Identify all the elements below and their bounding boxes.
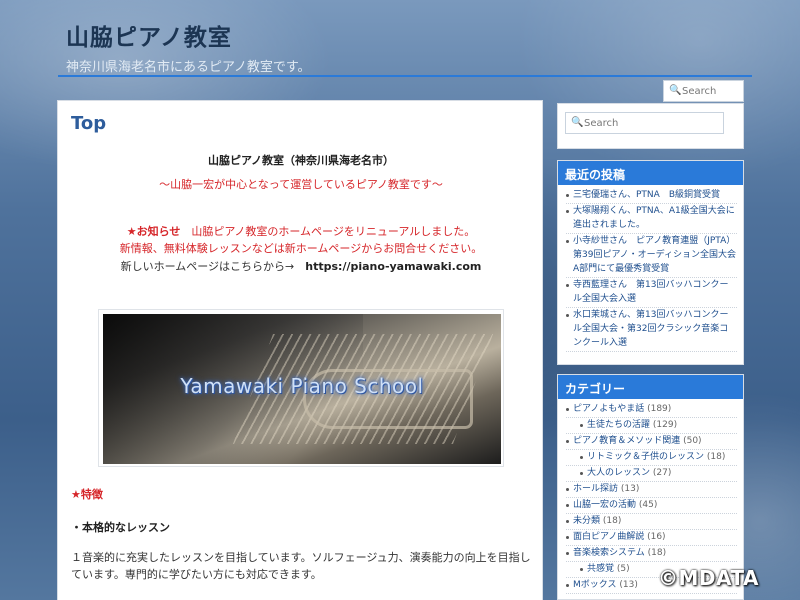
page-title: Top — [71, 113, 107, 134]
search-icon: 🔍 — [669, 85, 682, 96]
hero-piano-image: Yamawaki Piano School — [103, 314, 501, 464]
site-description: 神奈川県海老名市にあるピアノ教室です。 — [66, 60, 311, 75]
feature-1-title: ・本格的なレッスン — [71, 521, 170, 534]
category-item[interactable]: ピアノ教育＆メソッド関連 (50) — [566, 434, 737, 450]
category-item[interactable]: ピアノよもやま話 (189) — [566, 402, 737, 418]
category-item[interactable]: 面白ピアノ曲解説 (16) — [566, 530, 737, 546]
site-header: 山脇ピアノ教室 神奈川県海老名市にあるピアノ教室です。 — [66, 18, 311, 75]
hero-banner: Yamawaki Piano School — [98, 309, 504, 467]
category-link[interactable]: ピアノよもやま話 — [573, 404, 644, 414]
category-link[interactable]: 大人のレッスン — [587, 468, 650, 478]
notice-line: ★お知らせ 山脇ピアノ教室のホームページをリニューアルしました。 — [58, 223, 544, 239]
search-icon: 🔍 — [571, 117, 584, 128]
recent-post-link[interactable]: 寺西藍理さん 第13回バッハコンクール全国大会入選 — [573, 280, 728, 304]
category-count: (189) — [647, 404, 672, 414]
category-item[interactable]: 未分類 (18) — [566, 514, 737, 530]
header-search-input[interactable]: 🔍 Search — [663, 80, 744, 102]
notice-info: 新情報、無料体験レッスンなどは新ホームページからお問合せください。 — [119, 242, 483, 255]
category-link[interactable]: リトミック＆子供のレッスン — [587, 452, 704, 462]
recent-post-link[interactable]: 小寺紗世さん ピアノ教育連盟（JPTA）第39回ピアノ・オーディション全国大会A… — [573, 236, 736, 274]
category-count: (18) — [706, 452, 726, 462]
category-link[interactable]: 未分類 — [573, 516, 600, 526]
main-content: Top 山脇ピアノ教室（神奈川県海老名市） ～山脇一宏が中心となって運営している… — [57, 100, 543, 600]
category-count: (129) — [652, 420, 678, 430]
intro-subtitle: ～山脇一宏が中心となって運営しているピアノ教室です～ — [159, 178, 443, 191]
category-link[interactable]: ホール探訪 — [573, 484, 618, 494]
notice-text: 山脇ピアノ教室のホームページをリニューアルしました。 — [191, 225, 476, 238]
list-item[interactable]: 大塚陽翔くん、PTNA、A1級全国大会に進出されました。 — [566, 204, 737, 234]
category-link[interactable]: 共感覚 — [587, 564, 614, 574]
category-count: (27) — [652, 468, 672, 478]
category-count: (45) — [638, 500, 658, 510]
category-count: (16) — [647, 532, 666, 542]
category-item[interactable]: リトミック＆子供のレッスン (18) — [566, 450, 737, 466]
category-link[interactable]: ピアノ教育＆メソッド関連 — [573, 436, 680, 446]
new-site-line: 新しいホームページはこちらから→ https://piano-yamawaki.… — [58, 258, 544, 274]
category-count: (18) — [602, 516, 622, 526]
category-count: (50) — [683, 436, 702, 446]
intro-title: 山脇ピアノ教室（神奈川県海老名市） — [207, 154, 394, 167]
new-site-text: 新しいホームページはこちらから→ — [120, 260, 295, 273]
category-count: (13) — [620, 484, 640, 494]
category-count: (13) — [619, 580, 638, 590]
recent-posts-title: 最近の投稿 — [558, 161, 743, 185]
watermark: ©MDATA — [658, 566, 759, 590]
category-link[interactable]: 生徒たちの活躍 — [587, 420, 650, 430]
category-item[interactable]: 山脇一宏の活動 (45) — [566, 498, 737, 514]
category-count: (5) — [616, 564, 630, 574]
category-link[interactable]: Mボックス — [573, 580, 617, 590]
list-item[interactable]: 小寺紗世さん ピアノ教育連盟（JPTA）第39回ピアノ・オーディション全国大会A… — [566, 234, 737, 278]
recent-post-link[interactable]: 大塚陽翔くん、PTNA、A1級全国大会に進出されました。 — [573, 206, 735, 230]
category-item[interactable]: 生徒たちの活躍 (129) — [566, 418, 737, 434]
recent-posts-list: 三宅優瑞さん、PTNA B級銅賞受賞 大塚陽翔くん、PTNA、A1級全国大会に進… — [558, 185, 743, 352]
hero-text: Yamawaki Piano School — [180, 374, 424, 398]
category-link[interactable]: 面白ピアノ曲解説 — [573, 532, 644, 542]
category-link[interactable]: 山脇一宏の活動 — [573, 500, 636, 510]
category-count: (18) — [647, 548, 667, 558]
sidebar-search-widget: 🔍 Search — [557, 103, 744, 149]
list-item[interactable]: 水口茉城さん、第13回バッハコンクール全国大会・第32回クラシック音楽コンクール… — [566, 308, 737, 352]
site-title[interactable]: 山脇ピアノ教室 — [66, 18, 311, 52]
recent-post-link[interactable]: 水口茉城さん、第13回バッハコンクール全国大会・第32回クラシック音楽コンクール… — [573, 310, 728, 348]
category-item[interactable]: 音楽検索システム (18) — [566, 546, 737, 562]
recent-post-link[interactable]: 三宅優瑞さん、PTNA B級銅賞受賞 — [573, 190, 720, 200]
list-item[interactable]: 三宅優瑞さん、PTNA B級銅賞受賞 — [566, 188, 737, 204]
categories-title: カテゴリー — [558, 375, 743, 399]
category-item[interactable]: 大人のレッスン (27) — [566, 466, 737, 482]
notice-label: ★お知らせ — [126, 225, 181, 238]
recent-posts-widget: 最近の投稿 三宅優瑞さん、PTNA B級銅賞受賞 大塚陽翔くん、PTNA、A1級… — [557, 160, 744, 365]
category-item[interactable]: ホール探訪 (13) — [566, 482, 737, 498]
category-link[interactable]: 音楽検索システム — [573, 548, 645, 558]
sidebar-search-input[interactable]: 🔍 Search — [565, 112, 724, 134]
feature-1-body: １音楽的に充実したレッスンを目指しています。ソルフェージュ力、演奏能力の向上を目… — [71, 551, 531, 581]
header-search-placeholder: Search — [682, 86, 717, 97]
list-item[interactable]: 寺西藍理さん 第13回バッハコンクール全国大会入選 — [566, 278, 737, 308]
sidebar-search-placeholder: Search — [584, 118, 619, 129]
features-heading: ★特徴 — [71, 488, 103, 501]
header-divider — [58, 75, 752, 77]
categories-list: ピアノよもやま話 (189) 生徒たちの活躍 (129) ピアノ教育＆メソッド関連 … — [558, 399, 743, 594]
new-site-link[interactable]: https://piano-yamawaki.com — [305, 260, 481, 273]
